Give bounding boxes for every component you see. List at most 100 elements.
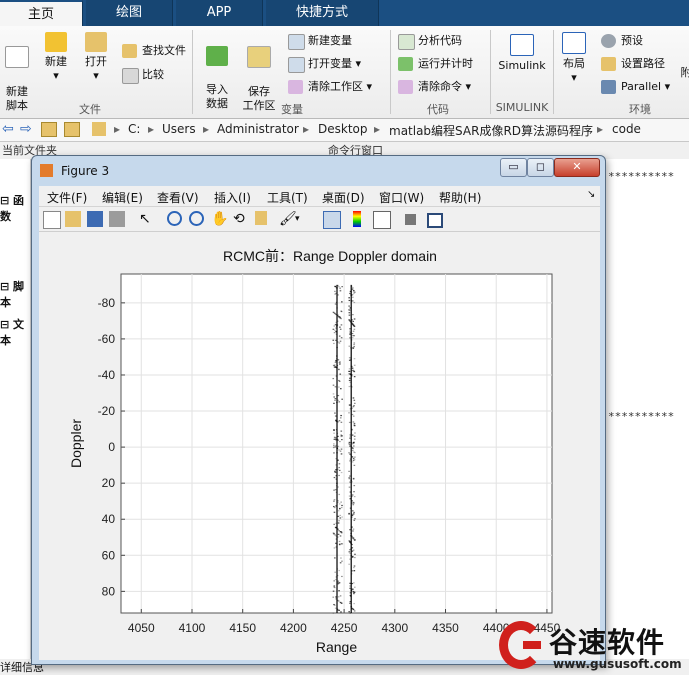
gear-icon [601, 34, 616, 48]
data-point [348, 486, 351, 488]
run-and-time-button[interactable]: 运行并计时 [398, 55, 473, 73]
data-point [338, 503, 341, 505]
data-point [337, 533, 340, 535]
tab-apps[interactable]: APP [176, 0, 263, 26]
find-files-button[interactable]: 查找文件 [122, 42, 186, 60]
data-point [340, 448, 343, 450]
close-button[interactable]: ✕ [554, 158, 600, 177]
menu-window[interactable]: 窗口(W) [379, 189, 424, 206]
data-point [354, 518, 356, 520]
data-point [348, 512, 350, 515]
new-script-button[interactable]: 新建 脚本 [2, 32, 32, 113]
open-file-icon[interactable] [65, 211, 81, 227]
data-point [353, 565, 356, 567]
colorbar-icon[interactable] [353, 211, 361, 227]
watermark-url: www.gususoft.com [553, 657, 682, 671]
dock-arrow-icon[interactable]: ↘ [587, 189, 595, 200]
preferences-button[interactable]: 预设 [601, 32, 643, 50]
minimize-button[interactable]: ▭ [500, 158, 527, 177]
breadcrumb-drive[interactable]: C: [128, 122, 140, 136]
group-label-environment: 环境 [629, 103, 651, 116]
up-folder-icon[interactable] [41, 122, 57, 137]
analyze-code-button[interactable]: 分析代码 [398, 32, 462, 50]
range-doppler-plot[interactable]: RCMC前：Range Doppler domain 4050 4100 4150 4… [39, 232, 600, 660]
legend-icon[interactable] [373, 211, 391, 229]
chevron-down-icon[interactable]: ▾ [295, 211, 311, 227]
tab-shortcuts[interactable]: 快捷方式 [266, 0, 379, 26]
menu-tools[interactable]: 工具(T) [267, 189, 308, 206]
y-tick-label: -20 [98, 404, 116, 418]
data-point [334, 578, 337, 581]
menu-file[interactable]: 文件(F) [47, 189, 87, 206]
data-point [353, 451, 355, 453]
data-point [335, 333, 338, 335]
breadcrumb-desktop[interactable]: Desktop [318, 122, 368, 136]
brush-icon[interactable]: 🖌 [279, 211, 297, 227]
data-point [337, 522, 340, 524]
section-functions[interactable]: ⊟ 函数 [0, 192, 30, 224]
back-arrow-icon[interactable]: ⇦ [2, 121, 14, 137]
data-point [354, 591, 356, 593]
zoom-out-icon[interactable] [189, 211, 204, 226]
forward-arrow-icon[interactable]: ⇨ [20, 121, 32, 137]
pointer-icon[interactable]: ↖ [139, 211, 155, 227]
data-point [335, 330, 337, 333]
set-path-button[interactable]: 设置路径 [601, 55, 665, 73]
breadcrumb-project[interactable]: matlab编程SAR成像RD算法源码程序 [389, 122, 593, 139]
data-point [340, 310, 343, 313]
open-variable-button[interactable]: 打开变量 ▾ [288, 55, 361, 73]
addons-button[interactable]: 附 [680, 66, 689, 80]
breadcrumb-users[interactable]: Users [162, 122, 196, 136]
menu-insert[interactable]: 插入(I) [214, 189, 251, 206]
x-tick-label: 4250 [331, 621, 358, 635]
section-text[interactable]: ⊟ 文本 [0, 316, 30, 348]
menu-desktop[interactable]: 桌面(D) [322, 189, 365, 206]
new-figure-icon[interactable] [43, 211, 61, 229]
x-tick-label: 4300 [381, 621, 408, 635]
data-point [332, 612, 335, 614]
import-data-button[interactable]: 导入 数据 [200, 32, 234, 111]
rotate-3d-icon[interactable]: ⟲ [233, 211, 249, 227]
zoom-in-icon[interactable] [167, 211, 182, 226]
menu-edit[interactable]: 编辑(E) [102, 189, 143, 206]
tab-home[interactable]: 主页 [0, 0, 83, 27]
section-scripts[interactable]: ⊟ 脚本 [0, 278, 30, 310]
tab-plots[interactable]: 绘图 [86, 0, 173, 26]
print-icon[interactable] [109, 211, 125, 227]
layout-button[interactable]: 布局 ▾ [558, 32, 590, 85]
data-point [333, 432, 335, 434]
data-point [349, 404, 351, 406]
compare-button[interactable]: 比较 [122, 66, 164, 84]
breadcrumb-administrator[interactable]: Administrator [217, 122, 299, 136]
breadcrumb-code[interactable]: code [612, 122, 641, 136]
data-point [334, 285, 337, 288]
show-plot-tools-icon[interactable] [427, 213, 443, 228]
maximize-button[interactable]: ◻ [527, 158, 554, 177]
browse-folder-icon[interactable] [64, 122, 80, 137]
group-label-code: 代码 [427, 103, 449, 116]
data-point [336, 600, 339, 602]
menu-help[interactable]: 帮助(H) [439, 189, 481, 206]
command-window-pane[interactable] [605, 159, 689, 659]
hide-plot-tools-icon[interactable] [405, 214, 416, 225]
pan-hand-icon[interactable]: ✋ [211, 211, 228, 227]
link-plot-icon[interactable] [323, 211, 341, 229]
data-point [339, 362, 341, 364]
open-button[interactable]: 打开 ▾ [80, 32, 112, 83]
new-variable-button[interactable]: 新建变量 [288, 32, 352, 50]
y-tick-label: -80 [98, 296, 116, 310]
new-button[interactable]: 新建 ▾ [40, 32, 72, 83]
clear-workspace-button[interactable]: 清除工作区 ▾ [288, 78, 372, 96]
menu-view[interactable]: 查看(V) [157, 189, 199, 206]
save-icon[interactable] [87, 211, 103, 227]
simulink-button[interactable]: Simulink [496, 34, 548, 73]
parallel-button[interactable]: Parallel ▾ [601, 78, 670, 96]
data-point [352, 448, 354, 450]
data-point [340, 324, 343, 326]
data-point [349, 308, 352, 310]
data-cursor-icon[interactable] [255, 211, 267, 225]
data-point [335, 324, 337, 326]
data-point [348, 412, 350, 414]
clear-commands-button[interactable]: 清除命令 ▾ [398, 78, 471, 96]
data-point [336, 501, 339, 503]
